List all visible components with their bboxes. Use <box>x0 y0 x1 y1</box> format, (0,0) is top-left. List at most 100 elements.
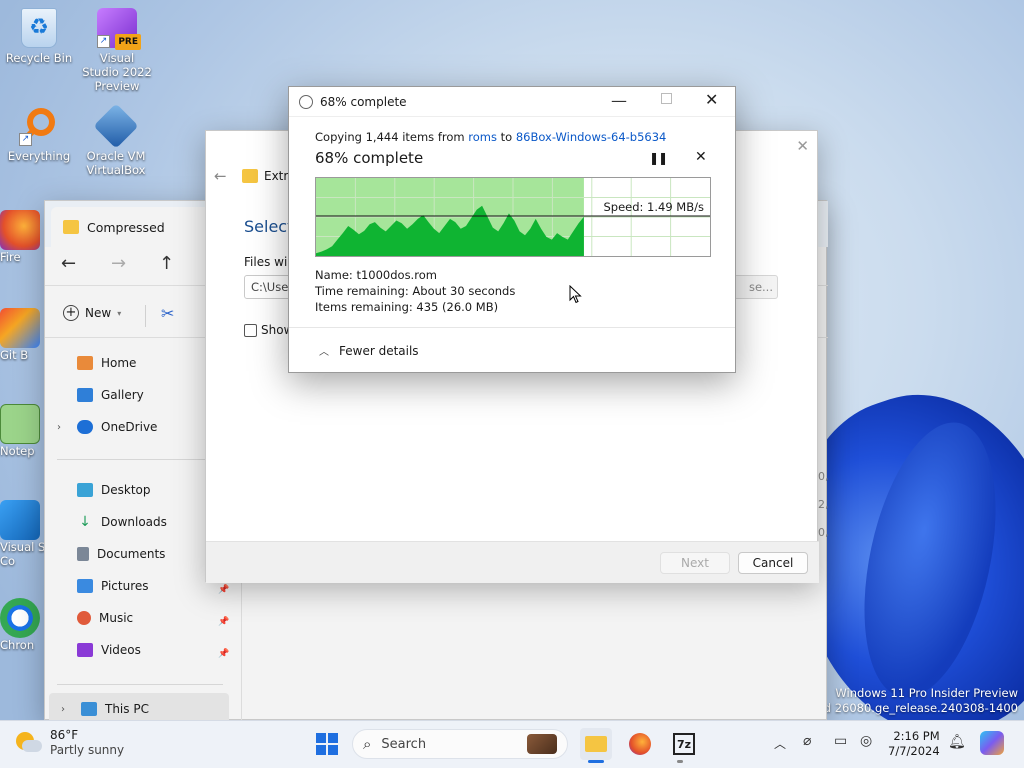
search-highlight-icon <box>527 734 557 754</box>
desktop-icon-firefox[interactable]: Fire <box>0 210 46 264</box>
destination-label: Files will <box>244 255 294 269</box>
nav-label: Documents <box>97 547 166 561</box>
search-placeholder: Search <box>381 736 427 752</box>
taskbar-file-explorer[interactable] <box>580 728 612 760</box>
pause-icon[interactable]: ❚❚ <box>649 151 668 165</box>
back-arrow-icon[interactable]: ← <box>214 167 227 185</box>
speed-label: Speed: 1.49 MB/s <box>603 200 704 214</box>
pin-icon[interactable]: 📌 <box>218 585 229 595</box>
up-arrow-icon[interactable]: ↑ <box>159 253 174 274</box>
back-arrow-icon[interactable]: ← <box>61 253 76 274</box>
new-button[interactable]: + New ▾ <box>63 305 121 321</box>
current-file-name: Name: t1000dos.rom <box>315 268 437 282</box>
start-button[interactable] <box>311 728 343 760</box>
gallery-icon <box>77 388 93 402</box>
cloud-icon <box>77 420 93 434</box>
zip-folder-icon <box>242 169 258 183</box>
nav-label: Pictures <box>101 579 149 593</box>
desktop-icon-notepad[interactable]: Notep <box>0 404 46 458</box>
destination-folder-link[interactable]: 86Box-Windows-64-b5634 <box>516 130 667 144</box>
firefox-icon <box>0 210 40 250</box>
system-clock[interactable]: 2:16 PM 7/7/2024 <box>888 729 940 759</box>
notification-bell-icon[interactable]: 🔔︎ <box>948 734 966 750</box>
desktop-icon-label: Recycle Bin <box>5 51 73 65</box>
nav-label: This PC <box>105 702 149 716</box>
taskbar-search-box[interactable]: ⌕ Search <box>352 729 568 759</box>
speaker-icon[interactable]: ◎ <box>860 733 872 749</box>
copy-progress-dialog: 68% complete — ✕ Copying 1,444 items fro… <box>288 86 736 373</box>
git-icon <box>0 308 40 348</box>
close-icon[interactable]: ✕ <box>796 137 809 155</box>
network-icon[interactable]: ⌀ <box>803 733 811 749</box>
speed-graph: Speed: 1.49 MB/s <box>315 177 711 257</box>
desktop-icon-visual-studio[interactable]: PRE ↗ Visual Studio 2022 Preview <box>80 8 154 93</box>
music-icon <box>77 611 91 625</box>
show-hidden-icons-chevron[interactable]: ︿ <box>774 735 786 752</box>
copilot-icon[interactable] <box>980 731 1004 755</box>
maximize-icon <box>661 93 672 104</box>
desktop-icon-chrome[interactable]: Chron <box>0 598 46 652</box>
desktop-icon-label: Chron <box>0 638 35 652</box>
pin-icon[interactable]: 📌 <box>218 617 229 627</box>
everything-search-icon: ↗ <box>19 106 59 146</box>
explorer-tab[interactable]: Compressed <box>51 207 231 247</box>
close-icon[interactable]: ✕ <box>705 90 718 109</box>
cancel-button[interactable]: Cancel <box>738 552 808 574</box>
desktop-icon-virtualbox[interactable]: Oracle VM VirtualBox <box>80 103 152 177</box>
desktop-icon-label: Visual S Co <box>0 540 46 568</box>
forward-arrow-icon[interactable]: → <box>111 253 126 274</box>
pin-icon[interactable]: 📌 <box>218 649 229 659</box>
folder-icon <box>585 736 607 752</box>
tab-title: Compressed <box>87 219 165 235</box>
home-icon <box>77 356 93 370</box>
cut-icon[interactable]: ✂ <box>161 304 174 323</box>
document-icon <box>77 547 89 561</box>
next-button[interactable]: Next <box>660 552 730 574</box>
cancel-copy-icon[interactable]: ✕ <box>695 149 707 165</box>
clock-time: 2:16 PM <box>893 729 940 743</box>
desktop-icon-label: Git B <box>0 348 29 362</box>
video-icon <box>77 643 93 657</box>
new-label: New <box>85 306 112 320</box>
desktop-icon-vscode[interactable]: Visual S Co <box>0 500 46 568</box>
desktop-icon-label: Everything <box>7 149 71 163</box>
nav-item-music[interactable]: Music <box>45 602 233 634</box>
shortcut-arrow-icon: ↗ <box>19 133 32 146</box>
vscode-icon <box>0 500 40 540</box>
desktop-icon-everything[interactable]: ↗ Everything <box>2 106 76 163</box>
watermark-line-2: . Build 26080.ge_release.240308-1400 <box>794 701 1018 715</box>
chevron-right-icon: › <box>57 421 61 433</box>
watermark-line-1: Windows 11 Pro Insider Preview <box>835 686 1018 700</box>
show-files-checkbox[interactable]: Show <box>244 323 293 337</box>
seven-zip-icon: 7z <box>673 733 695 755</box>
desktop-icon-recycle-bin[interactable]: ♻ Recycle Bin <box>2 8 76 65</box>
taskbar-7zip[interactable]: 7z <box>668 728 700 760</box>
column-fragment: 0,52,00, <box>818 470 828 539</box>
fewer-details-toggle[interactable]: ︿ Fewer details <box>319 343 419 359</box>
display-icon[interactable]: ▭ <box>834 733 847 749</box>
shortcut-arrow-icon: ↗ <box>97 35 110 48</box>
download-icon: ↓ <box>79 514 91 530</box>
source-folder-link[interactable]: roms <box>468 130 497 144</box>
pane-splitter[interactable] <box>241 581 242 721</box>
nav-label: Home <box>101 356 137 370</box>
nav-item-videos[interactable]: Videos <box>45 634 233 666</box>
virtualbox-icon <box>93 103 139 149</box>
windows-logo-icon <box>316 733 338 755</box>
checkbox-box <box>244 323 257 337</box>
running-app-indicator <box>677 760 683 763</box>
taskbar-firefox[interactable] <box>624 728 656 760</box>
minimize-icon[interactable]: — <box>611 91 627 110</box>
folder-icon <box>63 220 79 234</box>
active-app-indicator <box>588 760 604 763</box>
nav-label: Downloads <box>101 515 167 529</box>
pc-icon <box>81 702 97 716</box>
nav-label: OneDrive <box>101 420 158 434</box>
desktop-icon-git[interactable]: Git B <box>0 308 46 362</box>
wizard-heading: Select <box>244 217 294 236</box>
dialog-title: 68% complete <box>320 94 407 109</box>
copy-details: Name: t1000dos.rom Time remaining: About… <box>315 267 515 315</box>
weather-widget[interactable]: 86°F Partly sunny <box>16 728 124 758</box>
divider <box>145 305 146 327</box>
progress-heading: 68% complete <box>315 149 424 167</box>
